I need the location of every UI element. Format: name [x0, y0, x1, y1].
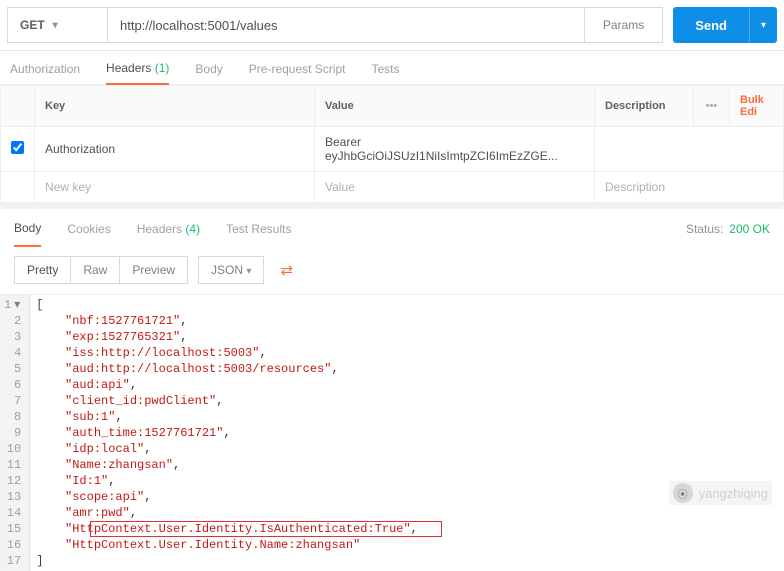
description-input[interactable]: Description [595, 172, 784, 203]
params-button[interactable]: Params [585, 7, 663, 43]
format-select[interactable]: JSON ▾ [198, 256, 264, 284]
url-value: http://localhost:5001/values [120, 18, 278, 33]
description-cell[interactable] [595, 127, 784, 172]
response-body: 1▾234567891011121314151617 [ "nbf:152776… [0, 295, 784, 571]
http-method-select[interactable]: GET ▾ [7, 7, 107, 43]
key-cell[interactable]: Authorization [35, 127, 315, 172]
tab-authorization[interactable]: Authorization [10, 62, 80, 84]
preview-button[interactable]: Preview [120, 256, 188, 284]
chevron-down-icon: ▾ [761, 20, 766, 31]
request-tabs: Authorization Headers (1) Body Pre-reque… [0, 51, 784, 85]
chevron-down-icon: ▾ [53, 20, 58, 31]
http-method-value: GET [20, 18, 45, 32]
resp-tab-headers-count: (4) [185, 222, 200, 236]
tab-headers[interactable]: Headers (1) [106, 61, 169, 85]
status-label: Status: [686, 222, 723, 236]
line-gutter: 1▾234567891011121314151617 [0, 295, 30, 571]
resp-tab-tests[interactable]: Test Results [226, 222, 291, 246]
response-status: Status: 200 OK [686, 222, 770, 246]
tab-headers-label: Headers [106, 61, 151, 75]
resp-tab-headers-label: Headers [137, 222, 182, 236]
more-icon[interactable]: ••• [706, 100, 718, 112]
table-row: Authorization Bearer eyJhbGciOiJSUzI1NiI… [1, 127, 784, 172]
headers-table: Key Value Description ••• Bulk Edi Autho… [0, 85, 784, 203]
table-header-row: Key Value Description ••• Bulk Edi [1, 86, 784, 127]
resp-tab-body[interactable]: Body [14, 221, 41, 247]
url-input[interactable]: http://localhost:5001/values [107, 7, 585, 43]
bulk-edit-link[interactable]: Bulk Edi [740, 94, 764, 118]
watermark-text: yangzhiqing [699, 486, 768, 501]
status-value: 200 OK [729, 222, 770, 236]
format-value: JSON [211, 263, 243, 277]
resp-tab-headers[interactable]: Headers (4) [137, 222, 200, 246]
tab-body[interactable]: Body [195, 62, 222, 84]
code-content[interactable]: [ "nbf:1527761721", "exp:1527765321", "i… [30, 295, 784, 571]
view-mode-group: Pretty Raw Preview [14, 256, 188, 284]
value-cell[interactable]: Bearer eyJhbGciOiJSUzI1NiIsImtpZCI6ImEzZ… [315, 127, 595, 172]
tab-prerequest[interactable]: Pre-request Script [249, 62, 346, 84]
wechat-icon: ⦿ [673, 483, 693, 503]
send-dropdown-button[interactable]: ▾ [749, 7, 777, 43]
wrap-lines-icon[interactable]: ⇄ [274, 257, 299, 283]
description-header: Description [595, 86, 694, 127]
pretty-button[interactable]: Pretty [14, 256, 71, 284]
row-checkbox-empty [1, 172, 35, 203]
resp-tab-cookies[interactable]: Cookies [67, 222, 110, 246]
send-button[interactable]: Send [673, 7, 749, 43]
row-checkbox[interactable] [11, 141, 24, 154]
checkbox-header [1, 86, 35, 127]
tab-headers-count: (1) [155, 61, 170, 75]
watermark: ⦿ yangzhiqing [669, 481, 772, 505]
key-input[interactable]: New key [35, 172, 315, 203]
request-bar: GET ▾ http://localhost:5001/values Param… [0, 0, 784, 51]
table-row-new: New key Value Description [1, 172, 784, 203]
key-header: Key [35, 86, 315, 127]
response-tabs: Body Cookies Headers (4) Test Results St… [0, 203, 784, 246]
chevron-down-icon: ▾ [246, 266, 251, 277]
raw-button[interactable]: Raw [71, 256, 120, 284]
tab-tests[interactable]: Tests [371, 62, 399, 84]
value-header: Value [315, 86, 595, 127]
value-input[interactable]: Value [315, 172, 595, 203]
viewer-bar: Pretty Raw Preview JSON ▾ ⇄ [0, 246, 784, 295]
